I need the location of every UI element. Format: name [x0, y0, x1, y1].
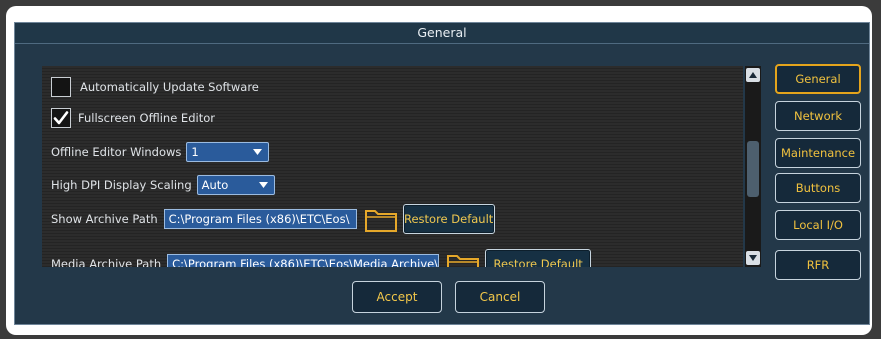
settings-scrollbar[interactable]: [745, 66, 761, 267]
chevron-down-icon: [258, 182, 268, 188]
tab-maintenance[interactable]: Maintenance: [775, 138, 861, 168]
cancel-button[interactable]: Cancel: [455, 281, 545, 313]
folder-icon[interactable]: [446, 250, 480, 267]
scroll-down-button[interactable]: [746, 251, 760, 265]
title-bar: General: [15, 23, 869, 44]
dpi-row: High DPI Display Scaling Auto: [51, 175, 275, 195]
folder-icon[interactable]: [364, 205, 398, 233]
media-path-row: Media Archive Path C:\Program Files (x86…: [51, 249, 592, 267]
dpi-value: Auto: [201, 178, 229, 192]
archive-path-field[interactable]: C:\Program Files (x86)\ETC\Eos\: [163, 209, 357, 229]
media-path-label: Media Archive Path: [51, 257, 162, 267]
dialog-title: General: [417, 25, 467, 40]
fullscreen-label: Fullscreen Offline Editor: [78, 111, 215, 125]
arrow-down-icon: [749, 255, 757, 261]
tab-network[interactable]: Network: [775, 101, 861, 131]
general-dialog: General Automatically Update Software Fu…: [14, 22, 870, 325]
auto-update-checkbox[interactable]: [51, 77, 71, 97]
settings-panel: Automatically Update Software Fullscreen…: [42, 66, 743, 267]
auto-update-label: Automatically Update Software: [80, 80, 259, 94]
fullscreen-row: Fullscreen Offline Editor: [51, 108, 215, 128]
scroll-up-button[interactable]: [746, 68, 760, 82]
chevron-down-icon: [253, 149, 263, 155]
auto-update-row: Automatically Update Software: [51, 77, 259, 97]
arrow-up-icon: [749, 72, 757, 78]
check-icon: [53, 111, 69, 125]
media-path-field[interactable]: C:\Program Files (x86)\ETC\Eos\Media Arc…: [167, 254, 440, 267]
offline-windows-select[interactable]: 1: [186, 142, 270, 162]
offline-windows-value: 1: [191, 145, 199, 159]
dpi-label: High DPI Display Scaling: [51, 178, 192, 192]
offline-windows-row: Offline Editor Windows 1: [51, 142, 270, 162]
offline-windows-label: Offline Editor Windows: [51, 145, 182, 159]
accept-button[interactable]: Accept: [352, 281, 442, 313]
archive-path-row: Show Archive Path C:\Program Files (x86)…: [51, 204, 495, 234]
scroll-thumb[interactable]: [747, 141, 759, 197]
media-restore-button[interactable]: Restore Default: [485, 249, 592, 267]
dpi-select[interactable]: Auto: [196, 175, 275, 195]
tab-rfr[interactable]: RFR: [775, 250, 861, 280]
archive-path-label: Show Archive Path: [51, 212, 158, 226]
tab-general[interactable]: General: [775, 64, 861, 94]
fullscreen-checkbox[interactable]: [51, 108, 71, 128]
archive-restore-button[interactable]: Restore Default: [402, 204, 495, 234]
tab-buttons[interactable]: Buttons: [775, 173, 861, 203]
tab-local-io[interactable]: Local I/O: [775, 210, 861, 240]
